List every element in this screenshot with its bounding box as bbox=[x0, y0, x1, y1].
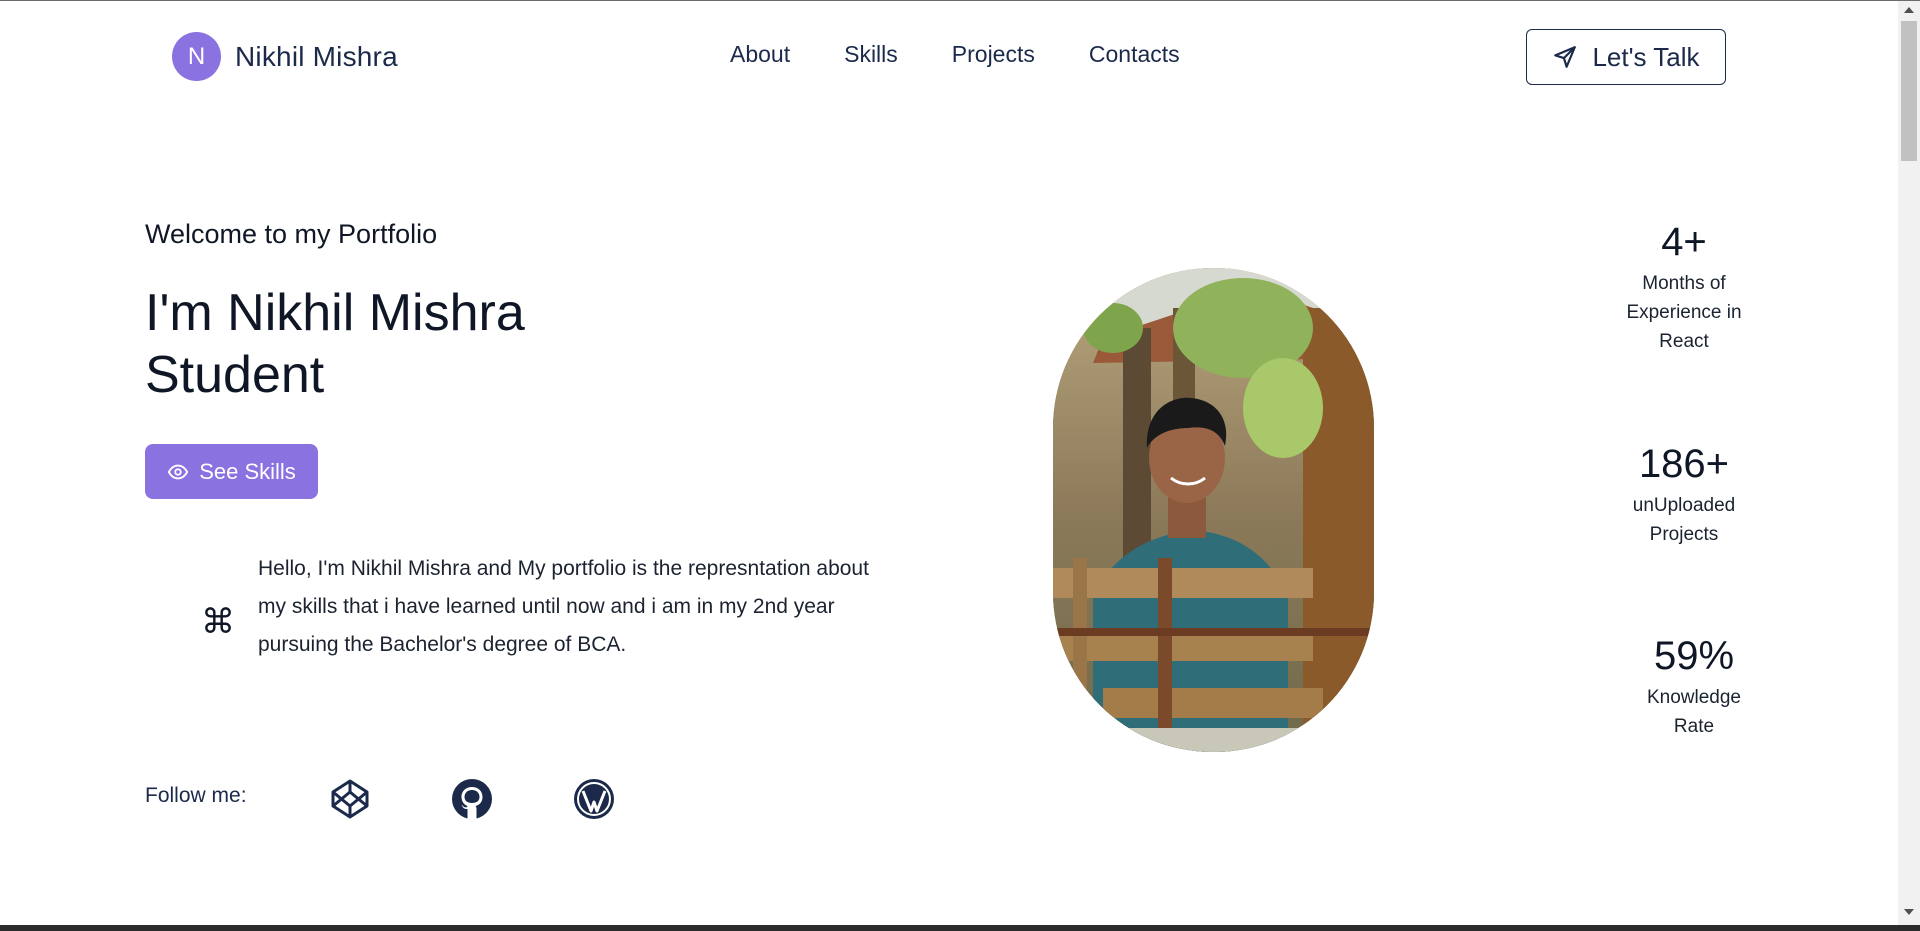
main-nav: About Skills Projects Contacts bbox=[730, 41, 1234, 68]
nav-link-skills[interactable]: Skills bbox=[844, 41, 898, 68]
see-skills-button[interactable]: See Skills bbox=[145, 444, 318, 499]
stat-experience: 4+ Months of Experience in React bbox=[1604, 220, 1764, 356]
nav-link-about[interactable]: About bbox=[730, 41, 790, 68]
stat-value: 186+ bbox=[1638, 442, 1730, 486]
stat-line: unUploaded bbox=[1632, 495, 1736, 516]
follow-label: Follow me: bbox=[145, 784, 247, 807]
stat-value: 4+ bbox=[1661, 220, 1707, 264]
nav-link-contacts[interactable]: Contacts bbox=[1089, 41, 1180, 68]
lets-talk-label: Let's Talk bbox=[1592, 41, 1700, 72]
scroll-down-arrow-icon[interactable] bbox=[1904, 909, 1914, 915]
stat-line: Rate bbox=[1673, 716, 1715, 737]
github-icon[interactable] bbox=[451, 778, 493, 820]
hero-title: I'm Nikhil Mishra Student bbox=[145, 282, 525, 406]
stat-line: Knowledge bbox=[1646, 687, 1742, 708]
stat-line: Projects bbox=[1649, 524, 1719, 545]
see-skills-label: See Skills bbox=[199, 458, 296, 484]
stat-line: Months of bbox=[1642, 273, 1726, 294]
intro-paragraph: Hello, I'm Nikhil Mishra and My portfoli… bbox=[258, 557, 869, 656]
stat-value: 59% bbox=[1653, 634, 1735, 678]
stat-line: React bbox=[1659, 331, 1709, 352]
brand-logo[interactable]: N Nikhil Mishra bbox=[172, 32, 398, 81]
lets-talk-button[interactable]: Let's Talk bbox=[1526, 29, 1726, 85]
brand-name: Nikhil Mishra bbox=[235, 40, 398, 72]
hero-title-role: Student bbox=[145, 346, 325, 404]
stat-description: unUploaded Projects bbox=[1604, 491, 1764, 549]
welcome-text: Welcome to my Portfolio bbox=[145, 219, 438, 249]
codepen-icon[interactable] bbox=[329, 778, 371, 820]
scroll-thumb[interactable] bbox=[1901, 21, 1917, 161]
stat-line: Experience in bbox=[1626, 302, 1742, 323]
window-bottom-bar bbox=[0, 925, 1920, 931]
brand-initial-badge: N bbox=[172, 32, 221, 81]
site-header: N Nikhil Mishra About Skills Projects Co… bbox=[0, 1, 1898, 111]
hero-title-name: I'm Nikhil Mishra bbox=[145, 284, 525, 342]
wordpress-icon[interactable] bbox=[573, 778, 615, 820]
nav-link-projects[interactable]: Projects bbox=[952, 41, 1035, 68]
send-icon bbox=[1554, 46, 1577, 68]
profile-photo bbox=[1053, 268, 1374, 752]
scroll-up-arrow-icon[interactable] bbox=[1904, 7, 1914, 13]
eye-icon bbox=[167, 464, 189, 479]
stat-description: Months of Experience in React bbox=[1604, 269, 1764, 356]
stat-projects: 186+ unUploaded Projects bbox=[1604, 442, 1764, 549]
command-icon: ⌘ bbox=[201, 603, 235, 641]
stat-knowledge: 59% Knowledge Rate bbox=[1614, 634, 1774, 741]
vertical-scrollbar[interactable] bbox=[1898, 1, 1920, 925]
stat-description: Knowledge Rate bbox=[1614, 683, 1774, 741]
